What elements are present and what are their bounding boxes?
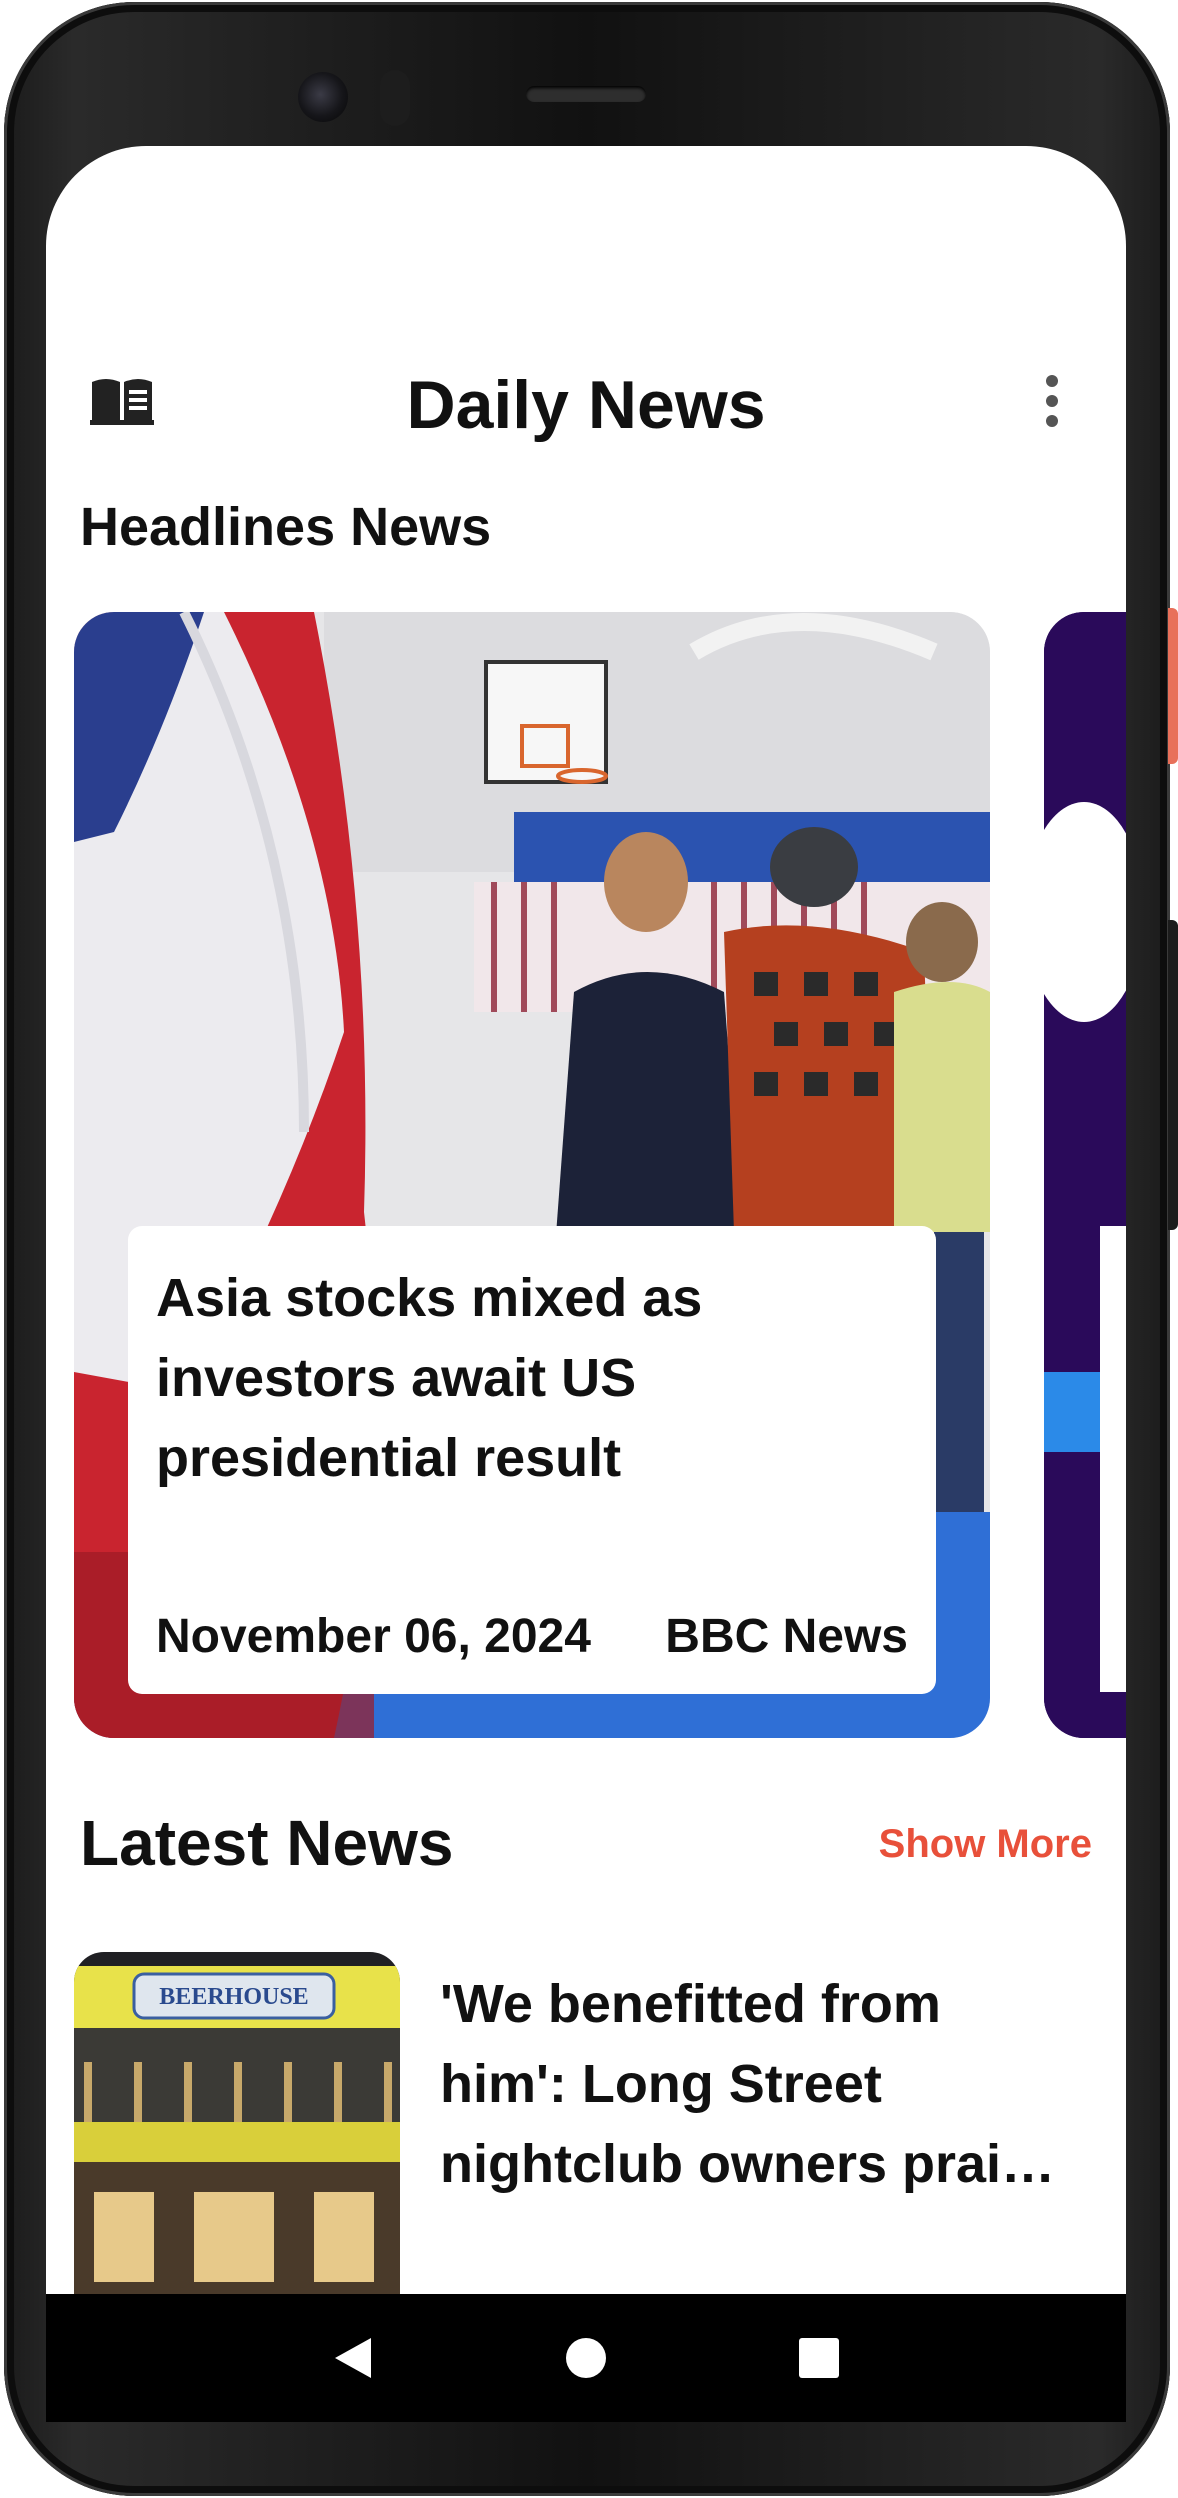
headline-date: November 06, 2024	[156, 1610, 591, 1663]
headlines-section-title: Headlines News	[80, 497, 492, 557]
show-more-link[interactable]: Show More	[879, 1822, 1092, 1867]
news-title-line-2: him': Long Street	[440, 2054, 882, 2114]
news-thumbnail: BEERHOUSE	[74, 1952, 400, 2294]
headlines-carousel[interactable]: Asia stocks mixed as investors await US …	[46, 612, 1126, 1738]
headline-meta: November 06, 2024 BBC News	[156, 1609, 908, 1664]
more-vert-icon[interactable]	[1022, 364, 1082, 438]
power-button	[1168, 608, 1178, 764]
proximity-sensor	[380, 70, 410, 126]
headline-info-panel: Asia stocks mixed as investors await US …	[128, 1226, 936, 1694]
news-title-line-3: nightclub owners prai…	[440, 2134, 1056, 2194]
headline-card[interactable]: Asia stocks mixed as investors await US …	[74, 612, 990, 1738]
phone-frame: Daily News Headlines News Asia stocks mi…	[0, 0, 1178, 2498]
earpiece-speaker	[526, 86, 646, 102]
system-nav-bar	[46, 2294, 1126, 2422]
news-title-line-1: 'We benefitted from	[440, 1974, 941, 2034]
news-title[interactable]: 'We benefitted from him': Long Street ni…	[440, 1964, 1090, 2204]
screen: Daily News Headlines News Asia stocks mi…	[46, 146, 1126, 2294]
app-title: Daily News	[406, 367, 766, 443]
front-camera	[298, 72, 348, 122]
app-bar: Daily News	[46, 346, 1126, 456]
headline-title[interactable]: Asia stocks mixed as investors await US …	[156, 1258, 908, 1498]
home-icon[interactable]	[556, 2328, 616, 2388]
next-headline-card[interactable]	[1044, 612, 1126, 1738]
thumb-sign-text: BEERHOUSE	[159, 1984, 308, 2010]
latest-section-title: Latest News	[80, 1807, 454, 1879]
news-list-item[interactable]: BEERHOUSE 'We benefitted from him': Long…	[74, 1952, 1104, 2294]
recents-icon[interactable]	[789, 2328, 849, 2388]
volume-button	[1168, 920, 1178, 1230]
headline-source: BBC News	[665, 1610, 908, 1663]
back-icon[interactable]	[323, 2328, 383, 2388]
